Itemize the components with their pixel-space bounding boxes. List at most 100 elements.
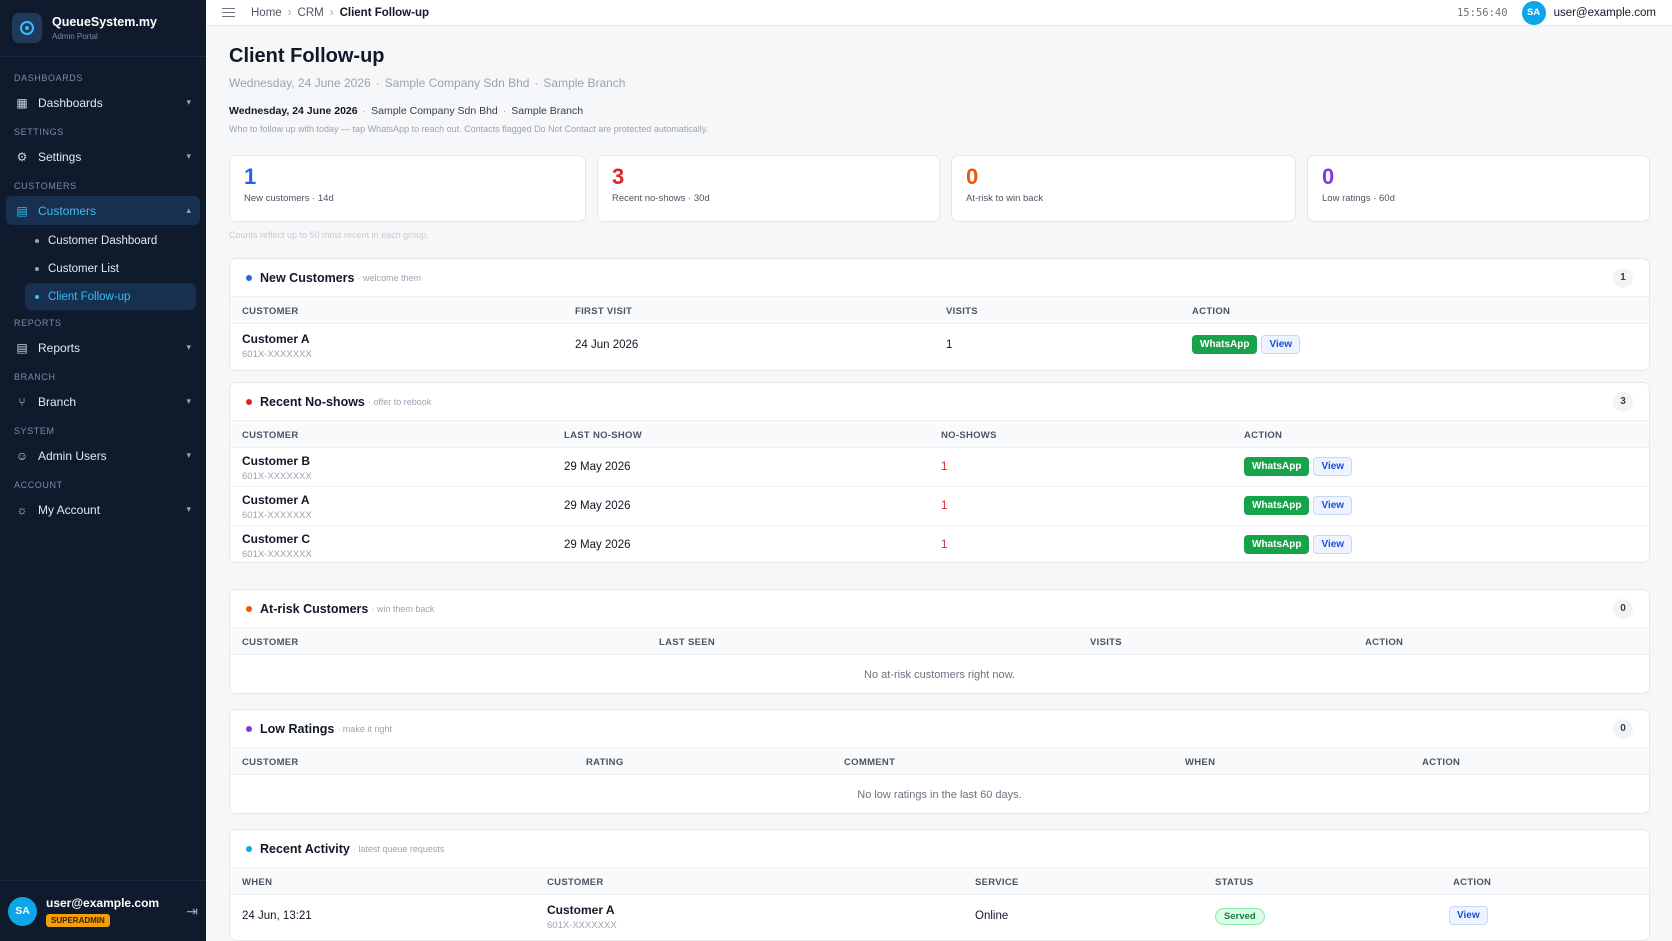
column-header: SERVICE [975, 877, 1019, 888]
table-row: Customer B 601X-XXXXXXX 29 May 2026 1 Wh… [230, 448, 1649, 487]
chevron-down-icon: ▾ [186, 504, 191, 514]
page-company: Sample Company Sdn Bhd [384, 76, 530, 90]
table-header: CUSTOMER LAST NO-SHOW NO-SHOWS ACTION [230, 421, 1649, 448]
card-at-risk[interactable]: 0 At-risk to win back [951, 155, 1296, 222]
gear-icon: ⚙ [16, 149, 28, 164]
avatar[interactable]: SA [1521, 0, 1546, 25]
breadcrumb-current: Client Follow-up [339, 6, 430, 19]
column-header: VISITS [1090, 637, 1122, 648]
sidebar-item-label: Settings [38, 149, 82, 164]
sidebar-subitem-label: Customer List [48, 262, 119, 275]
panel-subtitle: · latest queue requests [352, 843, 445, 854]
sidebar-item-dashboards[interactable]: ▦ Dashboards ▾ [6, 88, 200, 117]
customer-name[interactable]: Customer C [242, 532, 312, 546]
customer-name[interactable]: Customer B [242, 454, 312, 468]
card-value: 3 [612, 164, 625, 189]
customer-cell: Customer B 601X-XXXXXXX [242, 454, 312, 482]
no-show-count: 1 [941, 539, 948, 551]
view-button[interactable]: View [1261, 335, 1301, 354]
logout-icon[interactable]: ⇥ [186, 903, 198, 920]
chevron-down-icon: ▾ [186, 342, 191, 352]
sidebar-item-admin-users[interactable]: ☺ Admin Users ▾ [6, 441, 200, 470]
whatsapp-button[interactable]: WhatsApp [1192, 335, 1258, 354]
branch-icon: ⑂ [18, 394, 26, 409]
sun-icon: ☼ [16, 502, 28, 517]
bullet-icon [35, 266, 39, 271]
sidebar-item-settings[interactable]: ⚙ Settings ▾ [6, 142, 200, 171]
sidebar-subitem-customer-dashboard[interactable]: Customer Dashboard [25, 227, 196, 254]
last-no-show: 29 May 2026 [564, 539, 631, 551]
context-line: Wednesday, 24 June 2026 · Sample Company S… [229, 105, 584, 117]
clock: 15:56:40 [1456, 6, 1508, 19]
whatsapp-button[interactable]: WhatsApp [1244, 457, 1310, 476]
view-button[interactable]: View [1449, 906, 1488, 925]
user-email[interactable]: user@example.com [1554, 7, 1656, 19]
context-branch: Sample Branch [511, 105, 584, 117]
panel-title: Recent No-shows [260, 394, 365, 409]
row-actions: View [1449, 906, 1488, 925]
sidebar-item-customers[interactable]: ▤ Customers ▴ [6, 196, 200, 225]
column-header: CUSTOMER [242, 757, 299, 768]
sidebar-item-my-account[interactable]: ☼ My Account ▾ [6, 495, 200, 524]
chevron-up-icon: ▴ [186, 205, 191, 215]
avatar[interactable]: SA [8, 896, 37, 926]
column-header: LAST NO-SHOW [564, 430, 643, 441]
whatsapp-button[interactable]: WhatsApp [1244, 496, 1310, 515]
table-header: CUSTOMER RATING COMMENT WHEN ACTION [230, 748, 1649, 775]
breadcrumb-separator-icon: › [287, 6, 292, 19]
customer-cell: Customer A 601X-XXXXXXX [242, 493, 312, 521]
no-show-count: 1 [941, 500, 948, 512]
panel-count: 0 [1613, 718, 1633, 739]
panel-header: Low Ratings · make it right 0 [230, 710, 1649, 748]
customer-name[interactable]: Customer A [242, 332, 312, 346]
activity-service: Online [975, 910, 1009, 922]
sidebar: QueueSystem.my Admin Portal DASHBOARDS ▦… [0, 0, 206, 941]
visits: 1 [946, 339, 953, 351]
section-label-reports: REPORTS [14, 318, 62, 328]
card-label: Low ratings · 60d [1322, 193, 1395, 204]
sidebar-subitem-customer-list[interactable]: Customer List [25, 255, 196, 282]
counts-note: Counts reflect up to 50 most recent in e… [229, 230, 429, 240]
card-low-ratings[interactable]: 0 Low ratings · 60d [1307, 155, 1650, 222]
status-dot-icon [246, 725, 252, 732]
whatsapp-button[interactable]: WhatsApp [1244, 535, 1310, 554]
view-button[interactable]: View [1313, 535, 1353, 554]
breadcrumb-crm[interactable]: CRM [298, 7, 324, 19]
grid-icon: ▦ [16, 95, 28, 110]
customer-name[interactable]: Customer A [547, 903, 617, 917]
breadcrumb-home[interactable]: Home [251, 7, 282, 19]
panel-header: Recent No-shows · offer to rebook 3 [230, 383, 1649, 421]
column-header: ACTION [1453, 877, 1492, 888]
chevron-down-icon: ▾ [186, 396, 191, 406]
panel-at-risk: At-risk Customers · win them back 0 CUST… [229, 589, 1650, 694]
view-button[interactable]: View [1313, 457, 1353, 476]
breadcrumb-separator-icon: › [329, 6, 334, 19]
menu-icon[interactable] [222, 8, 235, 17]
column-header: STATUS [1215, 877, 1254, 888]
column-header: VISITS [946, 306, 978, 317]
brand-name: QueueSystem.my [52, 15, 157, 29]
customer-phone: 601X-XXXXXXX [547, 920, 617, 931]
brand[interactable]: QueueSystem.my Admin Portal [0, 0, 206, 57]
customer-name[interactable]: Customer A [242, 493, 312, 507]
sidebar-subitem-client-follow-up[interactable]: Client Follow-up [25, 283, 196, 310]
sidebar-item-reports[interactable]: ▤ Reports ▾ [6, 333, 200, 362]
report-icon: ▤ [16, 340, 28, 355]
panel-count: 3 [1613, 391, 1633, 412]
card-no-shows[interactable]: 3 Recent no-shows · 30d [597, 155, 940, 222]
column-header: ACTION [1192, 306, 1231, 317]
row-actions: WhatsApp View [1244, 535, 1353, 554]
card-label: At-risk to win back [966, 193, 1044, 204]
column-header: CUSTOMER [242, 430, 299, 441]
panel-header: New Customers · welcome them 1 [230, 259, 1649, 297]
panel-count: 1 [1613, 267, 1633, 288]
card-value: 0 [1322, 164, 1335, 189]
column-header: NO-SHOWS [941, 430, 997, 441]
column-header: WHEN [242, 877, 273, 888]
clipboard-icon: ▤ [16, 203, 28, 218]
card-new-customers[interactable]: 1 New customers · 14d [229, 155, 586, 222]
table-header: CUSTOMER FIRST VISIT VISITS ACTION [230, 297, 1649, 324]
section-label-branch: BRANCH [14, 372, 56, 382]
sidebar-item-branch[interactable]: ⑂ Branch ▾ [6, 387, 200, 416]
view-button[interactable]: View [1313, 496, 1353, 515]
